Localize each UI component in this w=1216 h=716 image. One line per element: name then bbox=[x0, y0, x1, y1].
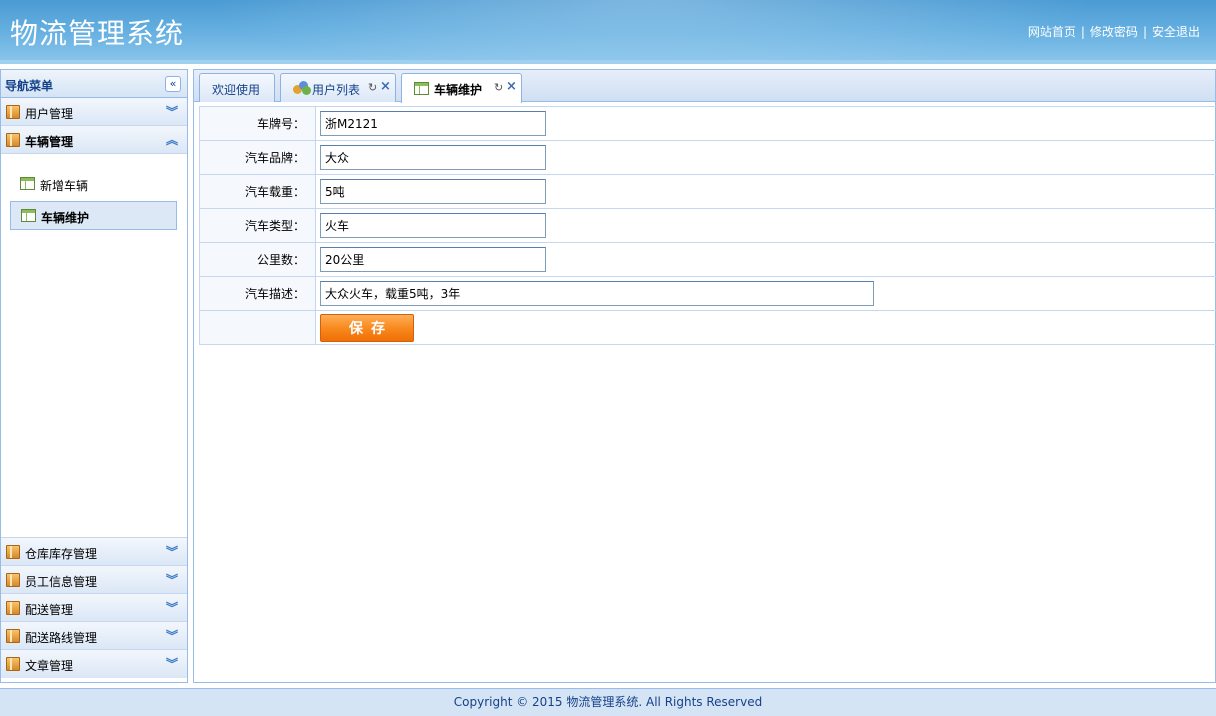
accordion-route-management[interactable]: 配送路线管理 ︾ bbox=[1, 622, 187, 650]
brand-label: 汽车品牌： bbox=[199, 140, 316, 175]
tab-welcome[interactable]: 欢迎使用 bbox=[199, 73, 275, 102]
chevron-down-icon[interactable]: ︾ bbox=[166, 571, 178, 588]
app-title: 物流管理系统 bbox=[10, 17, 185, 50]
chevron-down-icon[interactable]: ︾ bbox=[166, 655, 178, 672]
accordion-user-management[interactable]: 用户管理 ︾ bbox=[1, 98, 187, 126]
home-link[interactable]: 网站首页 bbox=[1028, 25, 1076, 39]
tab-label: 用户列表 bbox=[312, 83, 361, 97]
grid-page-icon bbox=[414, 82, 429, 95]
vehicle-type-input[interactable] bbox=[320, 213, 546, 238]
link-separator: | bbox=[1142, 25, 1147, 39]
accordion-delivery-management[interactable]: 配送管理 ︾ bbox=[1, 594, 187, 622]
folder-icon bbox=[6, 133, 20, 147]
brand-input[interactable] bbox=[320, 145, 546, 170]
header-divider bbox=[0, 60, 1216, 64]
menu-item-label: 新增车辆 bbox=[40, 179, 89, 193]
app-header: 物流管理系统 网站首页 | 修改密码 | 安全退出 bbox=[0, 0, 1216, 64]
load-capacity-label: 汽车载重： bbox=[199, 174, 316, 209]
vehicle-management-panel: 新增车辆 车辆维护 bbox=[1, 154, 187, 538]
change-password-link[interactable]: 修改密码 bbox=[1090, 25, 1138, 39]
accordion-label: 车辆管理 bbox=[25, 135, 74, 149]
accordion-vehicle-management[interactable]: 车辆管理 ︽ bbox=[1, 126, 187, 154]
chevron-down-icon[interactable]: ︾ bbox=[166, 627, 178, 644]
link-separator: | bbox=[1080, 25, 1085, 39]
mileage-label: 公里数： bbox=[199, 242, 316, 277]
tab-bar: 欢迎使用 用户列表 ↻ × 车辆维护 ↻ × bbox=[194, 70, 1215, 103]
refresh-icon[interactable]: ↻ bbox=[494, 81, 503, 94]
form-row: 公里数： bbox=[199, 242, 1216, 277]
vehicle-form: 车牌号： 汽车品牌： 汽车载重： 汽车类型： 公里数： 汽车描述： 保存 bbox=[199, 106, 1216, 345]
form-row: 车牌号： bbox=[199, 106, 1216, 141]
tab-vehicle-maintenance[interactable]: 车辆维护 ↻ × bbox=[401, 73, 522, 103]
form-row: 汽车描述： bbox=[199, 276, 1216, 311]
folder-icon bbox=[6, 573, 20, 587]
form-row: 汽车品牌： bbox=[199, 140, 1216, 175]
save-button[interactable]: 保存 bbox=[320, 313, 414, 342]
tab-label: 欢迎使用 bbox=[212, 83, 261, 97]
description-label: 汽车描述： bbox=[199, 276, 316, 311]
sidebar-header: 导航菜单 « bbox=[1, 70, 187, 98]
accordion-label: 仓库库存管理 bbox=[25, 547, 98, 561]
menu-item-add-vehicle[interactable]: 新增车辆 bbox=[10, 170, 177, 199]
chevron-up-icon[interactable]: ︽ bbox=[166, 131, 178, 148]
logout-link[interactable]: 安全退出 bbox=[1152, 25, 1200, 39]
plate-number-label: 车牌号： bbox=[199, 106, 316, 141]
folder-icon bbox=[6, 629, 20, 643]
accordion-label: 员工信息管理 bbox=[25, 575, 98, 589]
accordion-article-management[interactable]: 文章管理 ︾ bbox=[1, 650, 187, 678]
refresh-icon[interactable]: ↻ bbox=[368, 81, 377, 94]
menu-item-label: 车辆维护 bbox=[41, 211, 90, 225]
vehicle-type-label: 汽车类型： bbox=[199, 208, 316, 243]
grid-page-icon bbox=[21, 209, 36, 222]
chevron-down-icon[interactable]: ︾ bbox=[166, 103, 178, 120]
chevron-down-icon[interactable]: ︾ bbox=[166, 599, 178, 616]
folder-icon bbox=[6, 657, 20, 671]
folder-icon bbox=[6, 105, 20, 119]
accordion-label: 配送路线管理 bbox=[25, 631, 98, 645]
form-row: 保存 bbox=[199, 310, 1216, 345]
close-icon[interactable]: × bbox=[506, 79, 517, 94]
tab-label: 车辆维护 bbox=[434, 83, 483, 97]
folder-icon bbox=[6, 601, 20, 615]
header-links: 网站首页 | 修改密码 | 安全退出 bbox=[1028, 23, 1200, 40]
menu-item-vehicle-maintenance[interactable]: 车辆维护 bbox=[10, 201, 177, 230]
mileage-input[interactable] bbox=[320, 247, 546, 272]
accordion-label: 文章管理 bbox=[25, 659, 74, 673]
tab-user-list[interactable]: 用户列表 ↻ × bbox=[280, 73, 396, 102]
form-row: 汽车类型： bbox=[199, 208, 1216, 243]
grid-page-icon bbox=[20, 177, 35, 190]
chevron-down-icon[interactable]: ︾ bbox=[166, 543, 178, 560]
accordion-warehouse-management[interactable]: 仓库库存管理 ︾ bbox=[1, 538, 187, 566]
folder-icon bbox=[6, 545, 20, 559]
close-icon[interactable]: × bbox=[380, 79, 391, 94]
collapse-sidebar-icon[interactable]: « bbox=[165, 76, 181, 92]
users-icon bbox=[293, 81, 311, 95]
description-input[interactable] bbox=[320, 281, 874, 306]
accordion-label: 配送管理 bbox=[25, 603, 74, 617]
accordion-label: 用户管理 bbox=[25, 107, 74, 121]
plate-number-input[interactable] bbox=[320, 111, 546, 136]
sidebar-title: 导航菜单 bbox=[5, 79, 54, 93]
form-row: 汽车载重： bbox=[199, 174, 1216, 209]
main-panel: 欢迎使用 用户列表 ↻ × 车辆维护 ↻ × 车牌号： 汽车品牌： bbox=[193, 69, 1216, 683]
footer: Copyright © 2015 物流管理系统. All Rights Rese… bbox=[0, 688, 1216, 716]
nav-sidebar: 导航菜单 « 用户管理 ︾ 车辆管理 ︽ 新增车辆 车辆维护 仓库库存管理 ︾ … bbox=[0, 69, 188, 683]
accordion-employee-management[interactable]: 员工信息管理 ︾ bbox=[1, 566, 187, 594]
load-capacity-input[interactable] bbox=[320, 179, 546, 204]
header-decoration bbox=[200, 0, 1100, 64]
